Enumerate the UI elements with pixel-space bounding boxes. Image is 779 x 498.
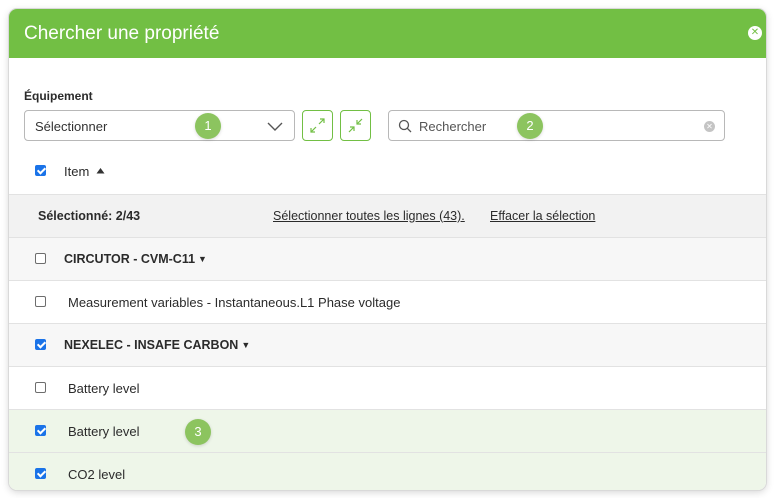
search-icon [398,119,412,133]
search-input[interactable] [419,116,699,136]
selection-summary-row: Sélectionné: 2/43 Sélectionner toutes le… [9,194,766,237]
annotation-badge-2: 2 [517,113,543,139]
row-checkbox[interactable] [35,425,46,436]
row-label: Battery level [68,424,140,439]
table-column-header [9,154,766,194]
table-row[interactable]: CO2 level [9,452,766,490]
collapse-arrows-icon [348,118,363,133]
close-icon[interactable]: ✕ [748,26,762,40]
row-checkbox[interactable] [35,296,46,307]
table-body: Sélectionné: 2/43 Sélectionner toutes le… [9,194,766,490]
caret-down-icon[interactable]: ▼ [198,254,207,264]
search-property-dialog: Chercher une propriété ✕ Équipement Séle… [9,9,766,490]
dialog-header: Chercher une propriété ✕ [9,9,766,58]
row-label: Battery level [68,381,140,396]
clear-selection-link[interactable]: Effacer la sélection [490,209,595,223]
annotation-badge-3: 3 [185,419,211,445]
equipment-label: Équipement [24,89,93,103]
expand-arrows-icon [310,118,325,133]
clear-search-icon[interactable]: ✕ [704,121,715,132]
equipment-select-value: Sélectionner [35,119,108,134]
annotation-badge-1: 1 [195,113,221,139]
collapse-all-button[interactable] [340,110,371,141]
row-checkbox[interactable] [35,468,46,479]
search-field[interactable]: ✕ [388,110,725,141]
group-row-circutor[interactable]: CIRCUTOR - CVM-C11 ▼ [9,237,766,280]
group-label: NEXELEC - INSAFE CARBON ▼ [64,338,251,352]
expand-all-button[interactable] [302,110,333,141]
caret-down-icon[interactable]: ▼ [241,340,250,350]
group-row-nexelec[interactable]: NEXELEC - INSAFE CARBON ▼ [9,323,766,366]
dialog-title: Chercher une propriété [24,22,220,44]
group-label: CIRCUTOR - CVM-C11 ▼ [64,252,207,266]
sort-up-icon[interactable] [96,167,105,174]
equipment-select[interactable]: Sélectionner [24,110,295,141]
table-row[interactable]: Battery level [9,366,766,409]
chevron-down-icon [267,122,283,131]
row-checkbox[interactable] [35,382,46,393]
table-row[interactable]: Measurement variables - Instantaneous.L1… [9,280,766,323]
select-all-checkbox[interactable] [35,165,46,176]
table-row[interactable]: Battery level 3 [9,409,766,452]
row-label: Measurement variables - Instantaneous.L1… [68,295,401,310]
row-label: CO2 level [68,467,126,482]
column-item-label[interactable]: Item [64,164,89,179]
row-checkbox[interactable] [35,253,46,264]
selected-count: Sélectionné: 2/43 [38,209,141,223]
select-all-rows-link[interactable]: Sélectionner toutes les lignes (43). [273,209,465,223]
row-checkbox[interactable] [35,339,46,350]
